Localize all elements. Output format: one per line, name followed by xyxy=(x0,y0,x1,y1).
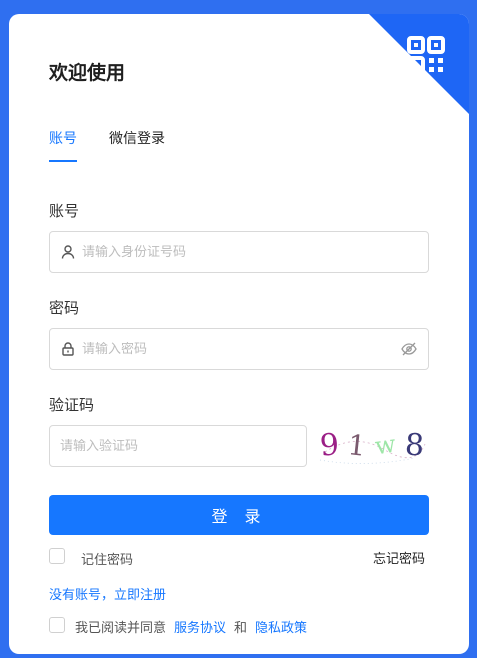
qr-code-icon xyxy=(369,14,469,114)
qr-login-corner[interactable] xyxy=(369,14,469,114)
captcha-image[interactable]: 9 1 w 8 xyxy=(315,422,429,468)
lock-icon xyxy=(60,341,76,357)
captcha-field xyxy=(49,425,307,467)
password-input[interactable] xyxy=(82,341,400,357)
remember-checkbox[interactable] xyxy=(49,548,65,564)
login-button[interactable]: 登 录 xyxy=(49,495,429,535)
captcha-label: 验证码 xyxy=(49,396,95,414)
captcha-char: 8 xyxy=(404,427,426,463)
service-agreement-link[interactable]: 服务协议 xyxy=(174,617,226,636)
agreement-conjunction: 和 xyxy=(234,621,248,636)
remember-label: 记住密码 xyxy=(81,553,134,568)
account-field xyxy=(49,231,429,273)
login-tabs: 账号 微信登录 xyxy=(49,128,165,162)
captcha-char: w xyxy=(373,429,398,461)
password-label: 密码 xyxy=(49,299,80,317)
register-link[interactable]: 没有账号，立即注册 xyxy=(49,584,166,603)
privacy-policy-link[interactable]: 隐私政策 xyxy=(255,617,307,636)
tab-account[interactable]: 账号 xyxy=(49,128,77,162)
tab-wechat-login[interactable]: 微信登录 xyxy=(109,128,165,162)
captcha-input[interactable] xyxy=(60,438,296,454)
password-field xyxy=(49,328,429,370)
agreement-row: 我已阅读并同意 服务协议 和 隐私政策 xyxy=(75,617,307,636)
eye-off-icon[interactable] xyxy=(400,340,418,358)
account-input[interactable] xyxy=(82,244,418,260)
forgot-password-link[interactable]: 忘记密码 xyxy=(373,548,425,567)
user-icon xyxy=(60,244,76,260)
page-title: 欢迎使用 xyxy=(49,62,126,84)
agreement-prefix: 我已阅读并同意 xyxy=(75,621,167,636)
captcha-char: 1 xyxy=(346,427,368,463)
login-card: 欢迎使用 账号 微信登录 账号 密码 验证码 9 1 w 8 登 录 xyxy=(9,14,469,654)
agreement-checkbox[interactable] xyxy=(49,617,65,633)
account-label: 账号 xyxy=(49,202,80,220)
captcha-char: 9 xyxy=(318,426,340,464)
